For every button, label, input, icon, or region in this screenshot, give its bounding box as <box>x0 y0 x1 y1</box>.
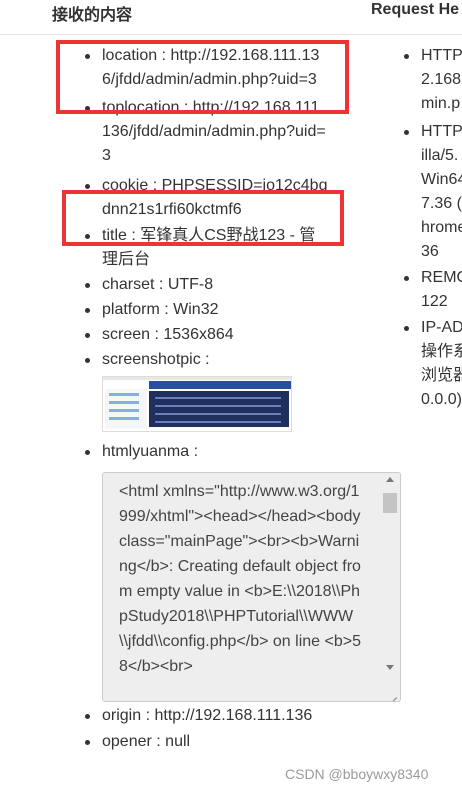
list-item-screen: screen : 1536x864 <box>80 323 330 347</box>
screenshot-thumbnail[interactable] <box>102 376 292 432</box>
list-item-header-ipaddr: IP-AD 操作系 浏览器 0.0.0) <box>399 316 462 412</box>
list-item-opener: opener : null <box>80 730 330 754</box>
list-item-header-host: HTTP 2.168 min.p <box>399 44 462 116</box>
received-content-list: location : http://192.168.111.136/jfdd/a… <box>80 44 401 754</box>
list-item-screenshotpic: screenshotpic : <box>80 348 330 432</box>
scroll-down-arrow-icon[interactable] <box>386 665 394 670</box>
list-item-origin: origin : http://192.168.111.136 <box>80 704 330 728</box>
list-item-charset: charset : UTF-8 <box>80 273 330 297</box>
list-item-htmlyuanma: htmlyuanma : <html xmlns="http://www.w3.… <box>80 440 401 702</box>
list-item-header-remote: REMO122 <box>399 266 462 314</box>
scroll-thumb[interactable] <box>383 493 397 513</box>
cookie-highlight-box <box>62 190 344 246</box>
list-item-header-useragent: HTTP illa/5. Win64 7.36 (hrome 36 <box>399 120 462 264</box>
request-headers-list: HTTP 2.168 min.p HTTP illa/5. Win64 7.36 (hro… <box>399 44 462 412</box>
location-highlight-box <box>56 40 349 114</box>
resize-grip-icon[interactable] <box>385 686 397 698</box>
list-item-platform: platform : Win32 <box>80 298 330 322</box>
textarea-scrollbar[interactable] <box>382 475 398 699</box>
scroll-up-arrow-icon[interactable] <box>386 477 394 482</box>
html-source-text: <html xmlns="http://www.w3.org/1999/xhtm… <box>119 483 361 675</box>
html-source-textarea[interactable]: <html xmlns="http://www.w3.org/1999/xhtm… <box>102 472 401 702</box>
csdn-watermark: CSDN @bboywxy8340 <box>285 766 429 782</box>
